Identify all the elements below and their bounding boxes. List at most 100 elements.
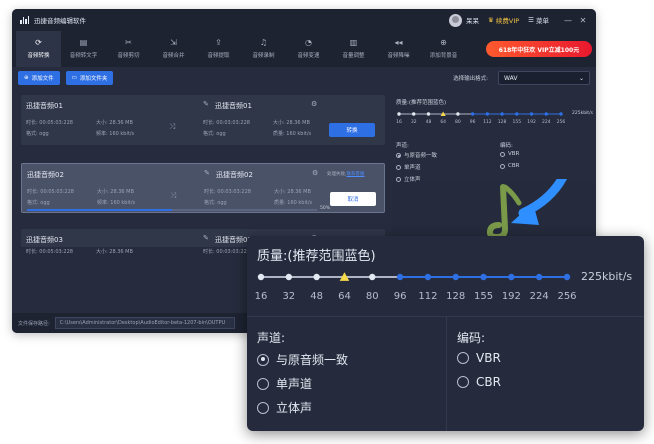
slider-stop[interactable] (396, 273, 404, 281)
channel-option[interactable]: 单声道 (257, 375, 312, 392)
edit-icon[interactable]: ✎ (204, 169, 210, 177)
slider-tick-label: 32 (411, 119, 417, 125)
channel-option[interactable]: 立体声 (396, 175, 421, 183)
tool-label: 音频降噪 (387, 53, 410, 59)
file-name: 迅捷音频01 (26, 102, 63, 110)
contact-support-link[interactable]: 联系客服 (346, 172, 364, 177)
slider-tick-label: 192 (502, 291, 521, 302)
quality-slider-small[interactable]: 16 32 48 64 80 96 112 128 155 192 224 256 (393, 107, 596, 137)
slider-stop[interactable] (452, 273, 459, 281)
codec-label: 编码: (457, 331, 486, 345)
tool-6[interactable]: ♫ 音频录制 (241, 31, 286, 67)
tool-3[interactable]: ✂ 音频剪切 (106, 31, 151, 67)
tool-7[interactable]: ◔ 音频变速 (286, 31, 331, 67)
codec-option[interactable]: CBR (500, 163, 519, 169)
gear-icon[interactable]: ⚙ (312, 169, 318, 177)
channel-option[interactable]: 与原音频一致 (257, 351, 348, 368)
radio-icon (396, 152, 401, 158)
slider-tick-label: 256 (557, 291, 576, 302)
gear-icon[interactable]: ⚙ (311, 100, 317, 108)
tool-8[interactable]: ▥ 音量调整 (331, 31, 376, 67)
codec-option-label: VBR (508, 151, 520, 157)
slider-stop[interactable] (412, 112, 416, 116)
save-path-field[interactable]: C:\Users\Administrator\Desktop\AudioEdit… (54, 317, 235, 329)
file-row[interactable]: 迅捷音频02 ✎ 迅捷音频02 ⚙ 处理失败,联系客服 时长: 00:05:03:228 大… (21, 163, 385, 213)
tool-icon: ◔ (305, 38, 312, 47)
menu-button[interactable]: ☰ 菜单 (528, 15, 549, 25)
menu-label: 菜单 (536, 17, 549, 25)
vip-label: 续费VIP (495, 17, 520, 25)
progress-bar (27, 209, 317, 211)
tool-icon: ⇲ (170, 38, 177, 47)
output-name[interactable]: 迅捷音频02 (216, 170, 253, 180)
slider-stop[interactable] (424, 273, 432, 281)
add-folder-label: 添加文件夹 (79, 76, 108, 82)
slider-stop[interactable] (257, 273, 265, 281)
channel-option-label: 与原音频一致 (276, 353, 349, 367)
codec-option-label: VBR (476, 351, 501, 365)
minimize-icon[interactable]: — (563, 16, 573, 25)
slider-tick-label: 96 (394, 291, 407, 302)
channel-option[interactable]: 单声道 (396, 163, 421, 171)
toolbar: ⟳ 音频转换 ▤ 音频转文字 ✂ 音频剪切 ⇲ 音频合并 ⇪ 音频提取 ♫ 音频录制 ◔ 音频变速 ▥ 音量调… (12, 31, 596, 67)
file-row[interactable]: 迅捷音频01 ✎ 迅捷音频01 ⚙ 时长: 00:05:03:228 大小: 28.36 … (21, 95, 385, 145)
slider-stop[interactable] (500, 112, 504, 116)
slider-stop[interactable] (313, 273, 320, 281)
tool-label: 音频合并 (162, 53, 185, 59)
add-folder-button[interactable]: ▭ 添加文件夹 (65, 71, 114, 85)
codec-option[interactable]: VBR (500, 151, 519, 157)
slider-stop[interactable] (480, 273, 487, 281)
avatar[interactable] (449, 13, 463, 27)
quality-slider[interactable]: 16 32 48 64 80 96 112 128 155 192 224 256 (255, 268, 635, 308)
slider-stop[interactable] (397, 112, 401, 116)
codec-option-label: CBR (476, 375, 501, 389)
slider-stop[interactable] (563, 273, 571, 281)
slider-stop[interactable] (544, 112, 548, 116)
add-file-button[interactable]: ⊕ 添加文件 (18, 71, 60, 85)
codec-option[interactable]: VBR (457, 351, 501, 365)
slider-tick-label: 16 (396, 119, 402, 125)
tool-5[interactable]: ⇪ 音频提取 (196, 31, 241, 67)
format-select[interactable]: WAV ⌄ (498, 71, 590, 85)
tool-label: 音频录制 (252, 53, 275, 59)
slider-tick-label: 128 (498, 119, 507, 125)
slider-stop[interactable] (285, 273, 293, 281)
slider-stop[interactable] (369, 273, 376, 281)
promo-banner[interactable]: 618年中狂欢 VIP立减100元 (486, 41, 592, 57)
file-meta: 格式: ogg (203, 131, 226, 137)
user-name[interactable]: 呆呆 (466, 15, 479, 25)
edit-icon[interactable]: ✎ (203, 100, 209, 108)
tool-icon: ⇪ (215, 38, 222, 47)
vip-button[interactable]: ♛ 续费VIP (488, 15, 519, 25)
codec-option[interactable]: CBR (457, 375, 501, 389)
cancel-button[interactable]: 取消 (330, 192, 376, 206)
tool-10[interactable]: ⊕ 添加背景音 (421, 31, 466, 67)
output-name[interactable]: 迅捷音频01 (215, 101, 252, 111)
slider-stop[interactable] (559, 112, 563, 116)
tool-9[interactable]: ◂◂ 音频降噪 (376, 31, 421, 67)
tool-icon: ⊕ (440, 38, 447, 47)
slider-stop[interactable] (470, 112, 475, 116)
slider-stop[interactable] (535, 273, 543, 281)
slider-tick-label: 64 (338, 291, 351, 302)
slider-tick-label: 64 (440, 119, 446, 125)
slider-stop[interactable] (529, 112, 534, 116)
slider-stop[interactable] (508, 273, 515, 281)
tool-2[interactable]: ▤ 音频转文字 (61, 31, 106, 67)
slider-stop[interactable] (515, 112, 519, 116)
progress-fill (27, 209, 172, 211)
file-meta: 质量: 160 kbit/s (273, 131, 312, 137)
tool-1[interactable]: ⟳ 音频转换 (16, 31, 61, 67)
slider-stop[interactable] (456, 112, 460, 116)
file-meta: 频率: 160 kbit/s (96, 131, 135, 137)
slider-tick-label: 112 (483, 119, 492, 125)
channel-option[interactable]: 立体声 (257, 399, 312, 416)
close-icon[interactable]: ✕ (578, 16, 588, 25)
tool-4[interactable]: ⇲ 音频合并 (151, 31, 196, 67)
channel-option[interactable]: 与原音频一致 (396, 151, 437, 159)
convert-button[interactable]: 转换 (329, 123, 375, 137)
codec-label-small: 编码: (500, 143, 513, 149)
edit-icon[interactable]: ✎ (203, 234, 209, 242)
slider-stop[interactable] (485, 112, 490, 116)
slider-stop[interactable] (426, 112, 431, 116)
